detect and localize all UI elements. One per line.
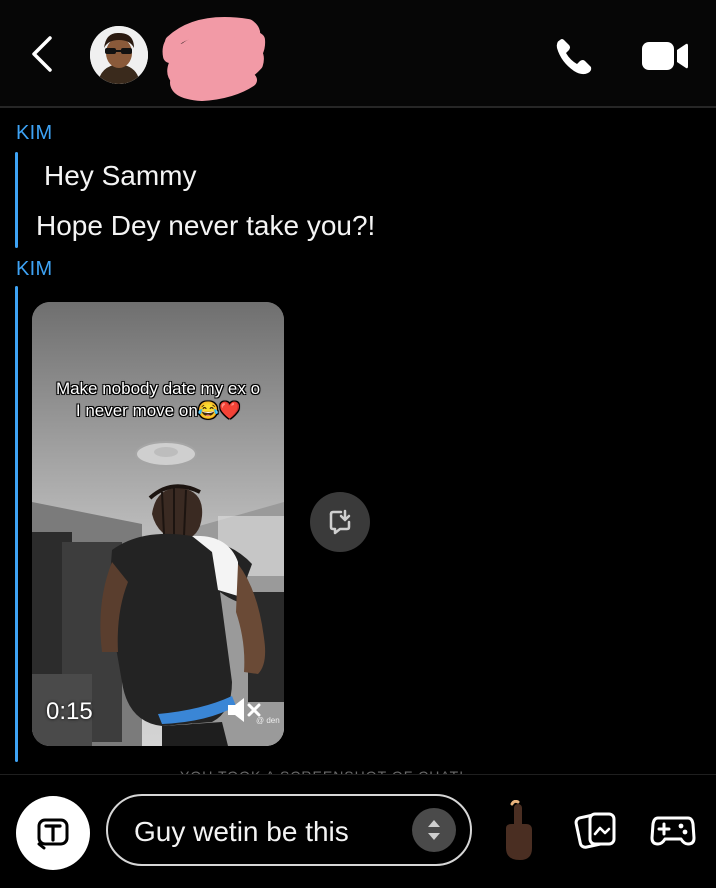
gamepad-icon [650,816,696,846]
video-caption: Make nobody date my ex o [55,379,261,398]
name-scribble [162,17,266,101]
message-rail [15,152,18,248]
message-input[interactable]: Guy wetin be this [106,794,472,866]
phone-icon [556,39,592,75]
memories-button[interactable] [574,808,620,852]
avatar[interactable] [90,26,148,84]
input-stepper-button[interactable] [412,808,456,852]
voice-call-button[interactable] [552,34,596,78]
text-t-icon [37,818,69,850]
speaker-muted-icon [228,698,261,722]
video-caption: I never move on😂❤️ [75,401,241,420]
save-to-chat-button[interactable] [310,492,370,552]
memories-icon [574,812,616,849]
message-input-text: Guy wetin be this [134,816,349,847]
sender-label: KIM [16,258,53,280]
emoji-button[interactable] [500,799,536,862]
chevron-left-icon [32,36,52,72]
video-duration: 0:15 [46,698,93,725]
pointing-finger-emoji-icon [506,799,532,860]
message-text: Hope Dey never take you?! [36,210,376,241]
save-to-chat-icon [329,509,351,535]
message-rail [15,286,18,762]
video-camera-icon [642,42,688,70]
message-text: Hey Sammy [44,160,197,191]
games-button[interactable] [650,808,696,850]
up-down-arrows-icon [428,820,440,840]
mute-button[interactable] [226,696,264,724]
back-button[interactable] [26,34,60,74]
video-call-button[interactable] [640,38,690,74]
chat-header [0,0,716,108]
video-thumbnail [32,302,284,746]
sender-label: KIM [16,122,53,144]
video-message[interactable]: @ den [32,302,284,746]
text-tool-button[interactable] [16,796,90,870]
